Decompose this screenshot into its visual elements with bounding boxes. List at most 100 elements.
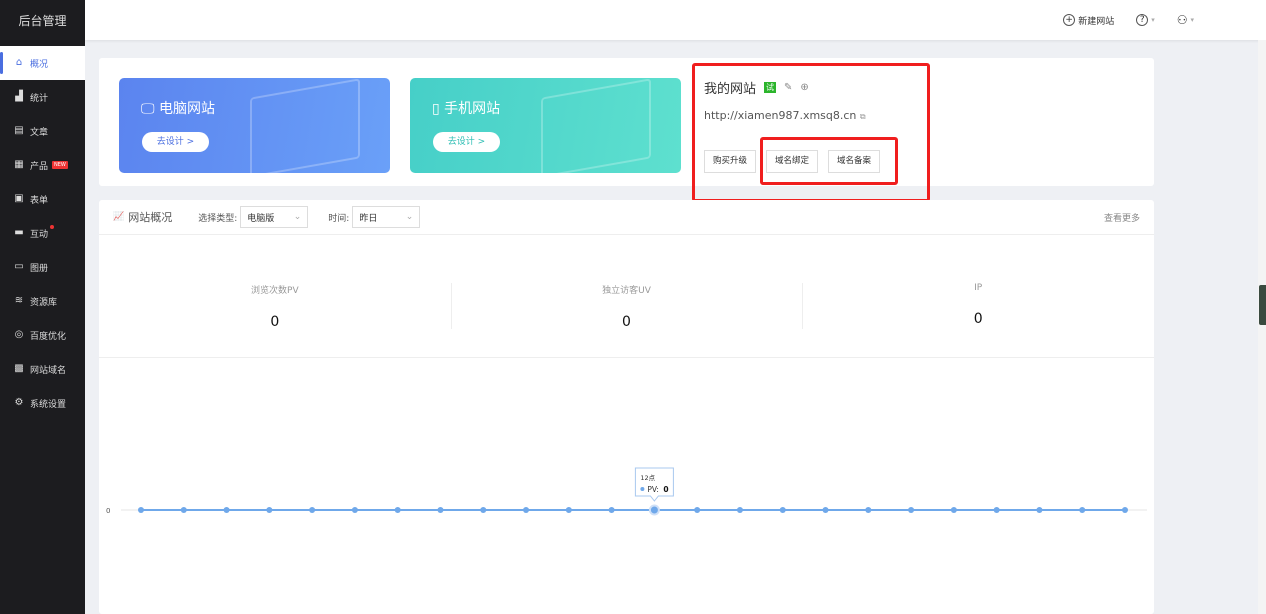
phone-icon: ▯ [432, 101, 440, 117]
sidebar-item-label: 资源库 [30, 297, 58, 308]
chevron-down-icon: ⌄ [293, 212, 302, 222]
mobile-site-banner: ▯ 手机网站 去设计 > [410, 78, 681, 173]
chat-icon: ▬ [14, 227, 24, 238]
home-icon: ⌂ [15, 57, 23, 68]
trend-icon: 📈 [113, 212, 125, 222]
gear-icon: ⚙ [14, 397, 24, 408]
domain-bind-button[interactable]: 域名绑定 [766, 150, 819, 173]
sidebar-item[interactable]: ▣ 表单 [0, 182, 85, 216]
sidebar-item-label: 百度优化 [30, 331, 67, 342]
time-select[interactable]: 昨日 ⌄ [352, 206, 421, 228]
site-info: 我的网站试 ✎ ⊕ http://xiamen987.xmsq8.cn ⧉ [704, 78, 866, 122]
data-point [351, 507, 358, 513]
sidebar-item[interactable]: ▟ 统计 [0, 80, 85, 114]
type-select[interactable]: 电脑版 ⌄ [240, 206, 309, 228]
site-url[interactable]: http://xiamen987.xmsq8.cn [704, 109, 856, 122]
data-point [138, 507, 144, 513]
help-icon: ? [1136, 14, 1149, 26]
scrollbar[interactable] [1258, 40, 1266, 614]
data-point [694, 507, 701, 513]
user-icon: ⚇ [1176, 13, 1188, 27]
sidebar-item[interactable]: ▤ 文章 [0, 114, 85, 148]
plus-circle-icon: + [1063, 14, 1076, 26]
view-more-link[interactable]: 查看更多 [1104, 211, 1140, 224]
topbar: + 新建网站 ? ▾ ⚇ ▾ [85, 0, 1266, 40]
sidebar-item[interactable]: ⚙ 系统设置 [0, 386, 85, 420]
stat-pv: 浏览次数PV 0 [251, 286, 299, 330]
data-point [223, 507, 230, 513]
buy-upgrade-button[interactable]: 购买升级 [704, 150, 757, 173]
data-point [180, 507, 187, 513]
image-icon: ▭ [14, 261, 24, 272]
monitor-icon: 🖵 [141, 101, 155, 117]
new-site-button[interactable]: + 新建网站 [1063, 14, 1114, 27]
sidebar-item[interactable]: ≋ 资源库 [0, 284, 85, 318]
user-menu[interactable]: ⚇ ▾ [1177, 13, 1194, 27]
form-icon: ▣ [14, 193, 24, 204]
sidebar-item-label: 网站域名 [30, 365, 67, 376]
tooltip-value: 0 [663, 485, 668, 494]
data-point [736, 507, 743, 513]
sidebar-item-label: 产品 [30, 161, 49, 172]
sidebar-item[interactable]: ▩ 网站域名 [0, 352, 85, 386]
external-link-icon[interactable]: ⧉ [860, 112, 866, 121]
side-tab[interactable] [1259, 285, 1266, 325]
tooltip-marker [640, 487, 645, 491]
data-point [608, 507, 615, 513]
seo-icon: ◎ [14, 329, 24, 340]
overview-card: 📈 网站概况 选择类型: 电脑版 ⌄ 时间: 昨日 ⌄ 查看更多 浏览次数PV 0 独… [99, 200, 1154, 614]
banner-illustration [541, 78, 651, 173]
sidebar-item[interactable]: ◎ 百度优化 [0, 318, 85, 352]
database-icon: ≋ [14, 295, 24, 306]
help-menu[interactable]: ? ▾ [1136, 14, 1155, 26]
sidebar-item[interactable]: ▬ 互动 [0, 216, 85, 250]
data-point [648, 504, 660, 516]
sidebar-item[interactable]: ▦ 产品 NEW [0, 148, 85, 182]
site-name: 我的网站 [704, 82, 757, 97]
pc-design-button[interactable]: 去设计 > [142, 132, 209, 152]
data-point [993, 507, 1000, 513]
data-point [309, 507, 316, 513]
sidebar: 后台管理 ⌂ 概况 ▟ 统计 ▤ 文章 ▦ 产品 NEW ▣ 表单 ▬ 互动 ▭ 图册 ≋ 资源库 ◎ 百度优化 ▩ 网… [0, 0, 85, 614]
data-point [1122, 507, 1128, 513]
sidebar-item[interactable]: ▭ 图册 [0, 250, 85, 284]
sidebar-item-label: 概况 [30, 59, 49, 70]
sidebar-item-label: 统计 [30, 93, 49, 104]
data-point [394, 507, 401, 513]
grid-icon: ▦ [14, 159, 24, 170]
add-circle-icon[interactable]: ⊕ [800, 82, 808, 93]
sidebar-item[interactable]: ⌂ 概况 [0, 46, 85, 80]
domain-icp-button[interactable]: 域名备案 [828, 150, 881, 173]
tooltip-label: PV: [647, 485, 659, 494]
app-logo: 后台管理 [18, 14, 67, 28]
chevron-down-icon: ⌄ [405, 212, 414, 222]
sidebar-item-label: 系统设置 [30, 399, 67, 410]
data-point [865, 507, 872, 513]
data-point [1036, 507, 1043, 513]
data-point [822, 507, 829, 513]
stat-ip: IP 0 [802, 235, 1154, 357]
article-icon: ▤ [14, 125, 24, 136]
stat-uv: 独立访客UV 0 [450, 235, 803, 357]
domain-icon: ▩ [14, 363, 24, 374]
chart-icon: ▟ [15, 91, 23, 102]
pc-site-banner: 🖵 电脑网站 去设计 > [119, 78, 390, 173]
data-point [523, 507, 530, 513]
trial-badge: 试 [764, 82, 777, 93]
sidebar-item-label: 表单 [30, 195, 49, 206]
data-point [908, 507, 915, 513]
pv-chart[interactable]: 0 12点 PV: 0 [99, 359, 1154, 614]
mobile-design-button[interactable]: 去设计 > [433, 132, 500, 152]
site-card: 🖵 电脑网站 去设计 > ▯ 手机网站 去设计 > 我的网站试 ✎ ⊕ http:/… [99, 58, 1154, 186]
data-point [437, 507, 444, 513]
edit-icon[interactable]: ✎ [784, 82, 792, 93]
caret-down-icon: ▾ [1151, 16, 1155, 24]
banner-illustration [250, 78, 360, 173]
data-point [1079, 507, 1086, 513]
caret-down-icon: ▾ [1190, 16, 1194, 24]
new-badge: NEW [52, 161, 68, 169]
notification-dot [50, 225, 54, 229]
data-point [480, 507, 487, 513]
y-tick-label: 0 [106, 507, 110, 515]
tooltip-title: 12点 [640, 474, 655, 482]
